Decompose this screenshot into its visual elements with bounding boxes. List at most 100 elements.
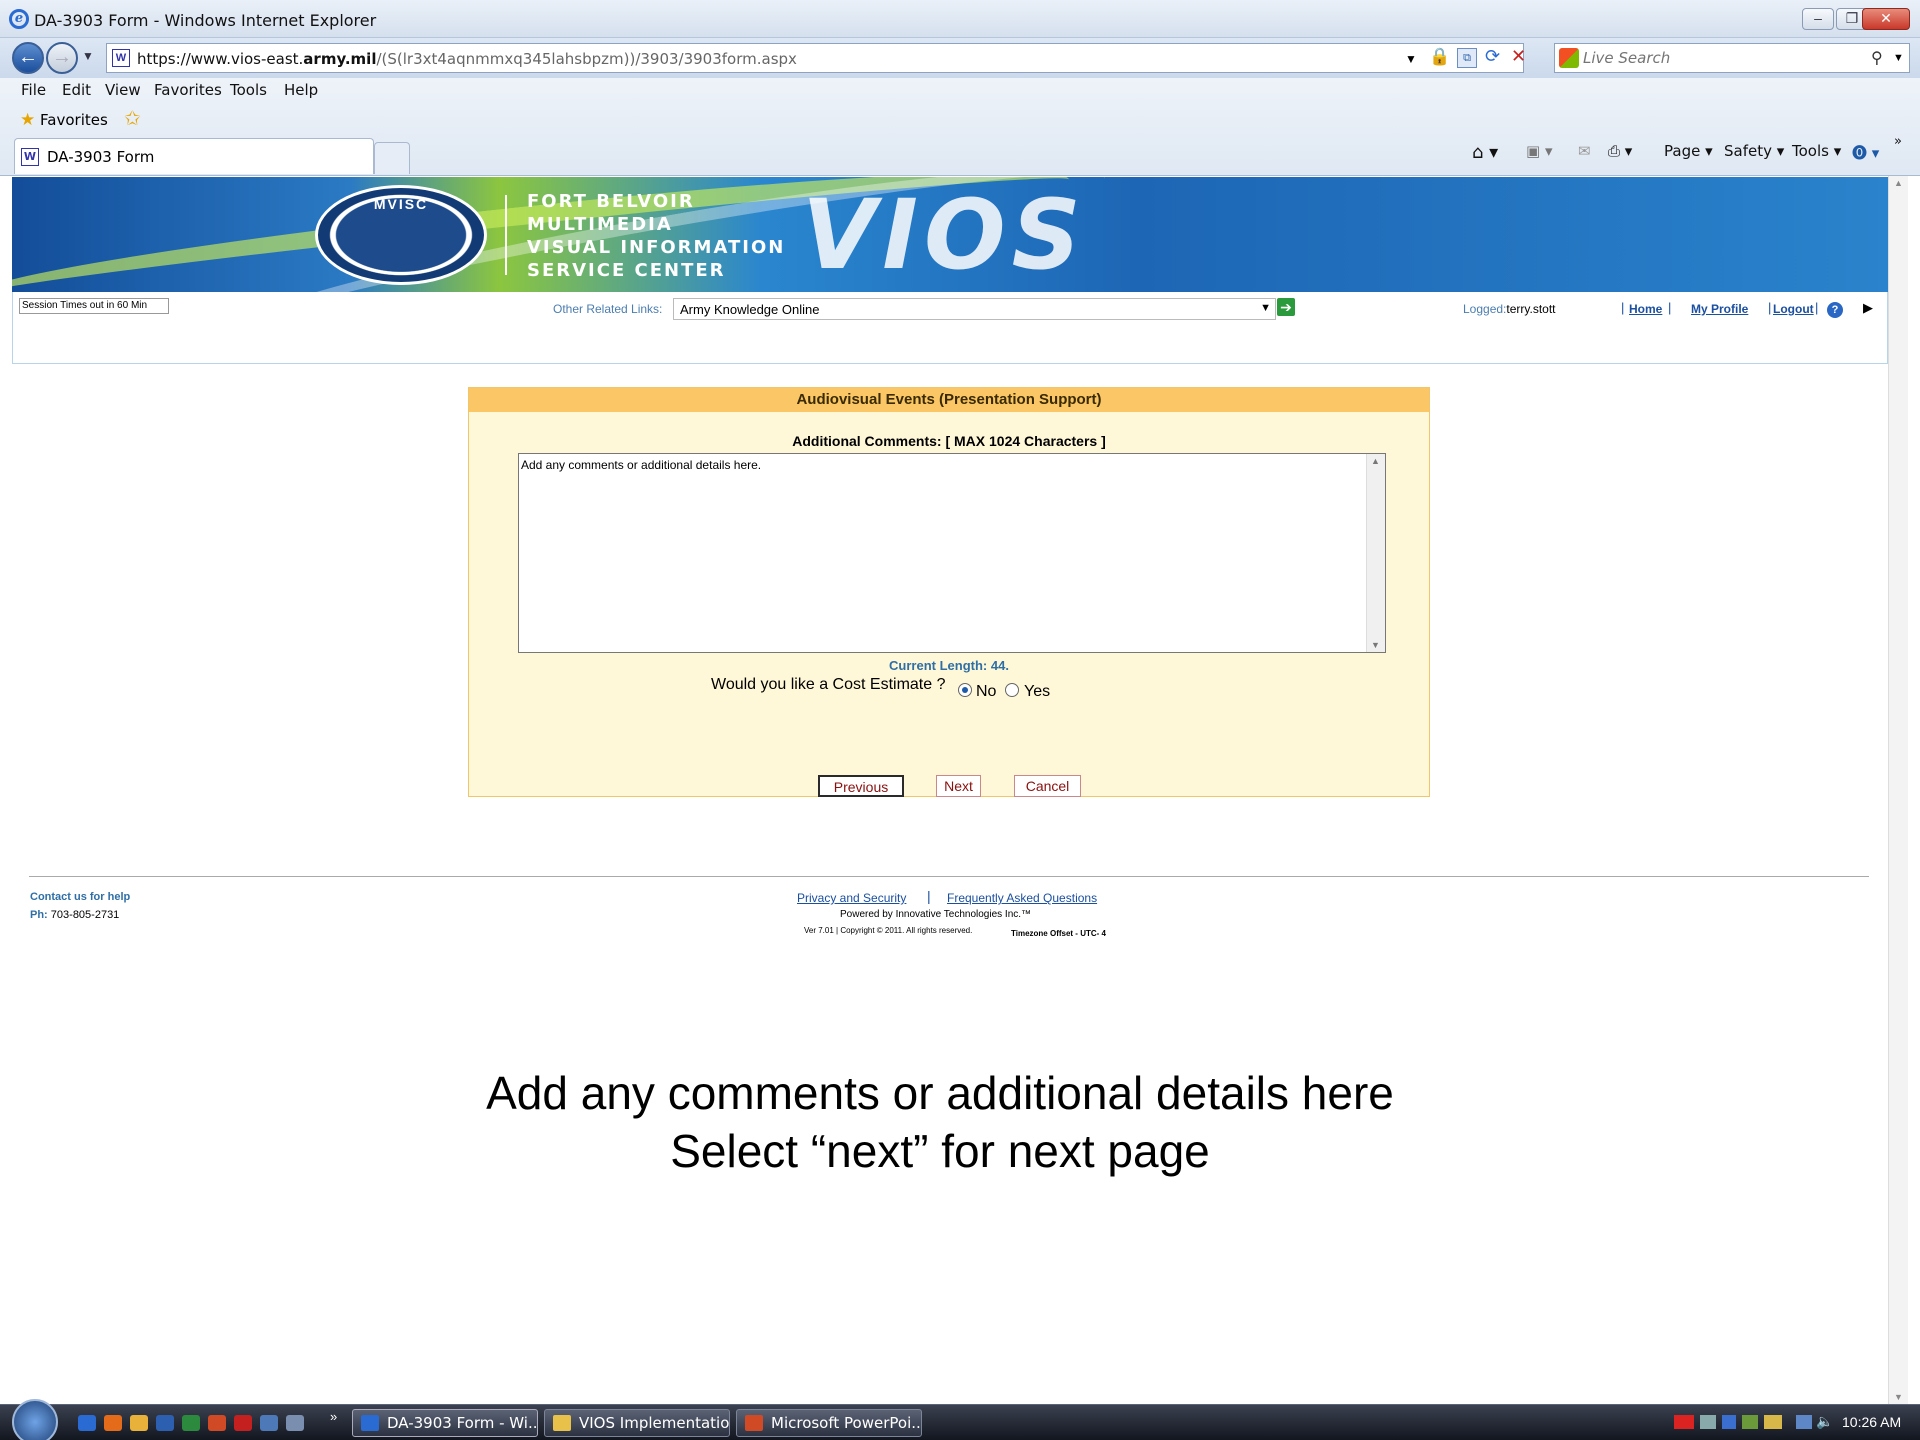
scroll-down-icon[interactable]: ▼: [1371, 640, 1380, 650]
quicklaunch-outlook-icon[interactable]: [130, 1415, 148, 1431]
quicklaunch-more-icon[interactable]: »: [330, 1409, 337, 1424]
site-favicon: W: [112, 49, 130, 67]
menu-file[interactable]: File: [21, 81, 46, 99]
scroll-down-icon[interactable]: ▼: [1894, 1392, 1903, 1402]
tray-folder-icon[interactable]: [1764, 1415, 1782, 1429]
next-button[interactable]: Next: [936, 775, 981, 797]
quicklaunch-ie-icon[interactable]: [78, 1415, 96, 1431]
privacy-link[interactable]: Privacy and Security: [797, 891, 906, 905]
tab-label: DA-3903 Form: [47, 148, 155, 166]
mvisc-seal-logo: MVISC: [315, 185, 487, 285]
menu-view[interactable]: View: [105, 81, 141, 99]
minimize-button[interactable]: –: [1802, 8, 1834, 30]
cost-estimate-yes-label: Yes: [1024, 683, 1051, 700]
tray-network-icon[interactable]: [1700, 1415, 1716, 1429]
home-link[interactable]: Home: [1629, 302, 1662, 316]
tray-volume-icon[interactable]: 🔈: [1816, 1413, 1833, 1430]
textarea-scrollbar[interactable]: ▲ ▼: [1366, 454, 1385, 652]
banner-line-4: SERVICE CENTER: [527, 260, 726, 281]
mail-icon[interactable]: ✉: [1578, 142, 1591, 160]
cost-estimate-question: Would you like a Cost Estimate ?: [711, 676, 946, 693]
address-url: https://www.vios-east.army.mil/(S(lr3xt4…: [137, 50, 797, 68]
feeds-icon[interactable]: ▣ ▾: [1526, 142, 1552, 160]
address-dropdown-icon[interactable]: ▼: [1405, 52, 1417, 66]
live-search-box[interactable]: ⚲ ▼: [1554, 43, 1910, 73]
cost-estimate-yes-radio[interactable]: [1005, 683, 1019, 697]
quicklaunch-excel-icon[interactable]: [182, 1415, 200, 1431]
quicklaunch-powerpoint-icon[interactable]: [208, 1415, 226, 1431]
chevron-down-icon: ▼: [1260, 302, 1271, 314]
url-path: /(S(lr3xt4aqnmmxq345lahsbpzm))/3903/3903…: [376, 50, 797, 68]
forward-button[interactable]: →: [46, 42, 78, 74]
back-button[interactable]: ←: [12, 42, 44, 74]
menu-edit[interactable]: Edit: [62, 81, 91, 99]
previous-button[interactable]: Previous: [818, 775, 904, 797]
print-icon[interactable]: ⎙ ▾: [1608, 142, 1632, 160]
url-host: https://www.vios-east.: [137, 50, 304, 68]
related-links-label: Other Related Links:: [553, 302, 663, 316]
start-button[interactable]: [12, 1399, 58, 1440]
lock-icon[interactable]: 🔒: [1429, 47, 1450, 67]
additional-comments-textarea[interactable]: Add any comments or additional details h…: [518, 453, 1386, 653]
cancel-button[interactable]: Cancel: [1014, 775, 1081, 797]
search-icon[interactable]: ⚲: [1871, 48, 1883, 68]
quicklaunch-desktop-icon[interactable]: [260, 1415, 278, 1431]
help-icon[interactable]: ⓿ ▾: [1852, 142, 1879, 163]
page-scrollbar[interactable]: ▲ ▼: [1888, 176, 1908, 1404]
faq-link[interactable]: Frequently Asked Questions: [947, 891, 1097, 905]
quicklaunch-firefox-icon[interactable]: [104, 1415, 122, 1431]
phone-label: Ph:: [30, 909, 48, 921]
quicklaunch-word-icon[interactable]: [156, 1415, 174, 1431]
chevron-more-icon[interactable]: »: [1894, 134, 1902, 149]
scroll-up-icon[interactable]: ▲: [1371, 456, 1380, 466]
taskbar-powerpoint[interactable]: Microsoft PowerPoi...: [736, 1409, 922, 1437]
menu-tools[interactable]: Tools: [230, 81, 267, 99]
timezone-text: Timezone Offset - UTC- 4: [1011, 929, 1106, 938]
taskbar-vios-folder[interactable]: VIOS Implementation: [544, 1409, 730, 1437]
add-favorites-icon[interactable]: ✩: [124, 106, 141, 131]
menu-help[interactable]: Help: [284, 81, 318, 99]
tools-menu-label: Tools: [1792, 142, 1829, 160]
home-icon[interactable]: ⌂ ▾: [1472, 142, 1498, 163]
close-window-button[interactable]: ✕: [1862, 8, 1910, 30]
page-menu[interactable]: Page ▾: [1664, 142, 1713, 160]
contact-help-label: Contact us for help: [30, 891, 131, 903]
stop-icon[interactable]: ✕: [1511, 46, 1526, 67]
separator: |: [1668, 300, 1672, 315]
tray-ati-icon[interactable]: [1674, 1415, 1694, 1429]
address-bar[interactable]: W https://www.vios-east.army.mil/(S(lr3x…: [106, 43, 1526, 73]
safety-menu[interactable]: Safety ▾: [1724, 142, 1784, 160]
scroll-up-icon[interactable]: ▲: [1894, 178, 1903, 188]
my-profile-link[interactable]: My Profile: [1691, 302, 1748, 316]
tools-menu[interactable]: Tools ▾: [1792, 142, 1841, 160]
taskbar-ie-window[interactable]: DA-3903 Form - Wi...: [352, 1409, 538, 1437]
tray-updates-icon[interactable]: [1742, 1415, 1758, 1429]
new-tab-button[interactable]: [374, 142, 410, 174]
search-input[interactable]: [1583, 49, 1863, 67]
search-options-icon[interactable]: ▼: [1893, 52, 1904, 64]
favorites-button[interactable]: ★ Favorites: [20, 110, 108, 130]
favorites-label: Favorites: [40, 111, 108, 129]
powerpoint-icon: [745, 1415, 763, 1431]
go-arrow-button[interactable]: ➔: [1277, 298, 1295, 316]
recent-pages-dropdown-icon[interactable]: ▼: [82, 49, 94, 63]
refresh-icon[interactable]: ⟳: [1485, 46, 1500, 67]
tray-antivirus-icon[interactable]: [1722, 1415, 1736, 1429]
expand-arrow-icon[interactable]: ▶: [1863, 300, 1873, 316]
quicklaunch-acrobat-icon[interactable]: [234, 1415, 252, 1431]
live-search-icon: [1559, 48, 1579, 68]
ie-icon: [361, 1415, 379, 1431]
separator: |: [1815, 300, 1819, 315]
quicklaunch-switch-icon[interactable]: [286, 1415, 304, 1431]
menu-favorites[interactable]: Favorites: [154, 81, 222, 99]
tab-da-3903-form[interactable]: W DA-3903 Form: [14, 138, 374, 174]
related-links-select[interactable]: Army Knowledge Online ▼: [673, 298, 1276, 320]
compatibility-icon[interactable]: ⧉: [1457, 48, 1477, 68]
tray-display-icon[interactable]: [1796, 1415, 1812, 1429]
safety-menu-label: Safety: [1724, 142, 1772, 160]
logout-link[interactable]: Logout: [1773, 302, 1814, 316]
system-clock[interactable]: 10:26 AM: [1842, 1414, 1901, 1430]
caption-line-1: Add any comments or additional details h…: [486, 1067, 1394, 1119]
help-question-icon[interactable]: ?: [1827, 302, 1843, 318]
cost-estimate-no-radio[interactable]: [958, 683, 972, 697]
